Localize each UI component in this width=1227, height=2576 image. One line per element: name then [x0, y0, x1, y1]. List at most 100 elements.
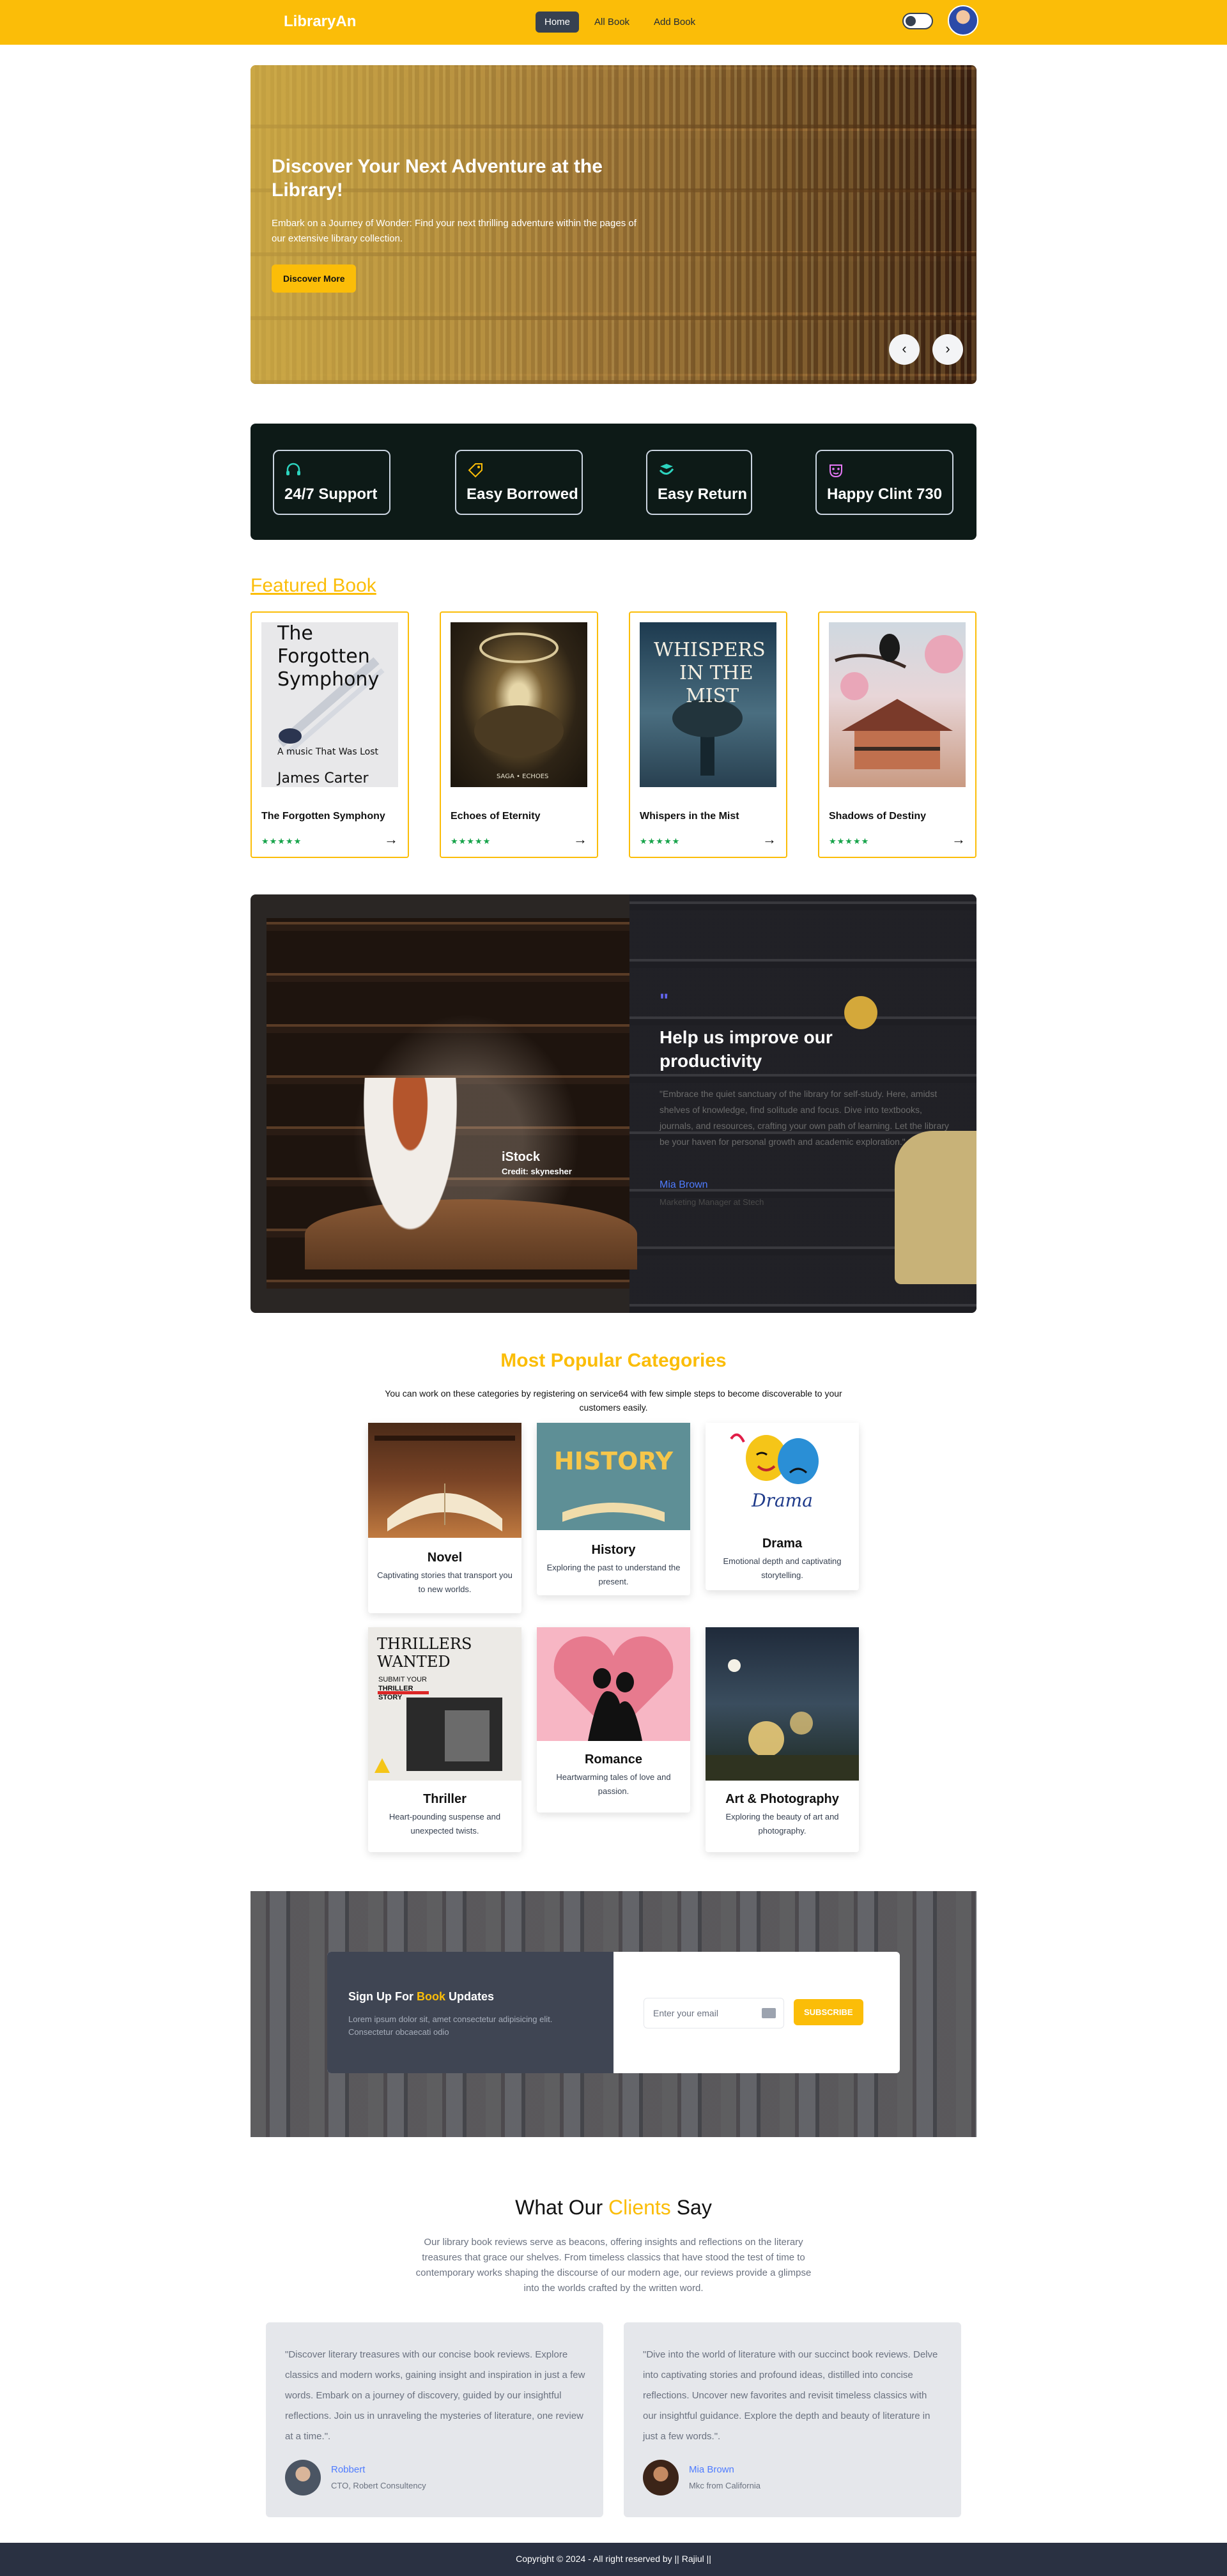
clients-title-highlight: Clients — [608, 2196, 671, 2219]
book-card[interactable]: Shadows of Destiny ★★★★★ → — [818, 611, 976, 858]
category-name: Novel — [427, 1551, 463, 1565]
footer-copyright: Copyright © 2024 - All right reserved by… — [516, 2554, 711, 2564]
feature-label: 24/7 Support — [284, 486, 378, 503]
arrow-right-icon[interactable]: → — [952, 831, 966, 848]
arrow-right-icon[interactable]: → — [384, 831, 398, 848]
feature-support: 24/7 Support — [273, 450, 390, 515]
woman-shape — [356, 1078, 465, 1250]
categories-subtitle: You can work on these categories by regi… — [385, 1388, 842, 1413]
drama-image-text: Drama — [752, 1490, 813, 1511]
category-card-romance[interactable]: Romance Heartwarming tales of love and p… — [537, 1627, 690, 1813]
theme-toggle[interactable] — [902, 13, 933, 29]
category-image — [537, 1627, 690, 1741]
category-name: History — [591, 1543, 636, 1557]
reviewer-name[interactable]: Robbert — [331, 2464, 365, 2475]
cover-line: SAGA • ECHOES — [497, 773, 549, 780]
banner-role: Marketing Manager at Stech — [660, 1197, 764, 1207]
slider-next-button[interactable]: › — [932, 334, 963, 365]
tag-icon — [467, 461, 484, 479]
nav-home[interactable]: Home — [536, 12, 580, 33]
testimonial-banner: iStock Credit: skynesher " Help us impro… — [251, 894, 976, 1313]
category-name: Drama — [762, 1537, 803, 1551]
category-desc: Exploring the past to understand the pre… — [546, 1563, 681, 1586]
book-cover-image: The Forgotten Symphony A music That Was … — [261, 622, 398, 787]
nav-add-book[interactable]: Add Book — [645, 12, 704, 33]
quote-icon: " — [660, 990, 669, 1011]
book-card[interactable]: SAGA • ECHOES Echoes of Eternity ★★★★★ → — [440, 611, 598, 858]
chevron-right-icon: › — [945, 341, 950, 356]
book-title: Whispers in the Mist — [640, 811, 739, 822]
hero-text: Embark on a Journey of Wonder: Find your… — [272, 218, 637, 244]
reviewer-name[interactable]: Mia Brown — [689, 2464, 734, 2475]
cover-line: James Carter — [277, 770, 369, 786]
category-image — [706, 1627, 859, 1781]
book-card[interactable]: WHISPERS IN THE MIST Whispers in the Mis… — [629, 611, 787, 858]
cover-line: Symphony — [277, 668, 380, 691]
discover-more-button[interactable]: Discover More — [272, 264, 357, 293]
featured-book-title[interactable]: Featured Book — [251, 575, 376, 597]
brand-logo[interactable]: LibraryAn — [284, 13, 356, 31]
category-name: Thriller — [423, 1792, 467, 1806]
category-image: HISTORY — [537, 1423, 690, 1530]
arrow-right-icon[interactable]: → — [573, 831, 587, 848]
reviewer-avatar — [285, 2460, 321, 2496]
top-navbar: LibraryAn Home All Book Add Book — [0, 0, 1227, 45]
photo-credit-name: iStock — [502, 1150, 541, 1164]
book-card[interactable]: The Forgotten Symphony A music That Was … — [251, 611, 409, 858]
cover-line: WHISPERS — [654, 639, 766, 661]
slider-prev-button[interactable]: ‹ — [889, 334, 920, 365]
clients-title-suffix: Say — [670, 2196, 712, 2219]
feature-borrowed: Easy Borrowed — [455, 450, 583, 515]
email-input[interactable] — [644, 1998, 759, 2028]
category-card-history[interactable]: HISTORY History Exploring the past to un… — [537, 1423, 690, 1595]
mail-icon — [762, 2008, 776, 2018]
clients-title: What Our Clients Say — [0, 2196, 1227, 2220]
clients-title-prefix: What Our — [515, 2196, 608, 2219]
features-strip: 24/7 Support Easy Borrowed Easy Return H… — [251, 424, 976, 540]
newsletter-title-suffix: Updates — [445, 1990, 495, 2003]
book-cover-image — [829, 622, 966, 787]
category-card-novel[interactable]: Novel Captivating stories that transport… — [368, 1423, 521, 1613]
return-icon — [658, 461, 675, 479]
user-avatar[interactable] — [948, 5, 978, 36]
newsletter-info: Sign Up For Book Updates Lorem ipsum dol… — [327, 1952, 614, 2073]
category-card-drama[interactable]: Drama Drama Emotional depth and captivat… — [706, 1423, 859, 1590]
book-cover-image: SAGA • ECHOES — [451, 622, 587, 787]
newsletter-section: Sign Up For Book Updates Lorem ipsum dol… — [251, 1891, 976, 2137]
hero-slider: Discover Your Next Adventure at the Libr… — [251, 65, 976, 384]
subscribe-button[interactable]: SUBSCRIBE — [794, 1999, 863, 2025]
categories-title: Most Popular Categories — [500, 1350, 727, 1371]
footer: Copyright © 2024 - All right reserved by… — [0, 2543, 1227, 2576]
history-image-text: HISTORY — [553, 1447, 674, 1475]
category-image: Drama — [706, 1423, 859, 1525]
nav-links: Home All Book Add Book — [536, 12, 704, 33]
review-card: "Dive into the world of literature with … — [624, 2322, 961, 2517]
category-card-thriller[interactable]: THRILLERS WANTED SUBMIT YOUR THRILLER ST… — [368, 1627, 521, 1852]
arrow-right-icon[interactable]: → — [762, 831, 776, 848]
rating-stars: ★★★★★ — [640, 836, 681, 846]
category-desc: Heart-pounding suspense and unexpected t… — [389, 1812, 501, 1836]
thriller-image-text: THRILLER — [378, 1685, 413, 1692]
newsletter-title-prefix: Sign Up For — [348, 1990, 417, 2003]
newsletter-title-highlight: Book — [417, 1990, 445, 2003]
chevron-left-icon: ‹ — [902, 341, 907, 356]
reviewer-role: CTO, Robert Consultency — [331, 2481, 426, 2490]
nav-all-book[interactable]: All Book — [585, 12, 638, 33]
category-desc: Exploring the beauty of art and photogra… — [725, 1812, 839, 1836]
reading-woman-photo — [266, 918, 637, 1289]
cover-line: A music That Was Lost — [277, 747, 378, 757]
review-card: "Discover literary treasures with our co… — [266, 2322, 603, 2517]
book-title: Echoes of Eternity — [451, 811, 541, 822]
review-text: "Dive into the world of literature with … — [643, 2349, 938, 2442]
email-field-wrapper — [644, 1998, 784, 2028]
thriller-image-text: SUBMIT YOUR — [378, 1676, 427, 1683]
category-card-art-photography[interactable]: Art & Photography Exploring the beauty o… — [706, 1627, 859, 1852]
feature-label: Happy Clint 730 — [827, 486, 943, 503]
banner-author[interactable]: Mia Brown — [660, 1179, 708, 1191]
category-desc: Captivating stories that transport you t… — [377, 1570, 513, 1594]
banner-heading: Help us improve our productivity — [660, 1027, 833, 1071]
category-image — [368, 1423, 521, 1538]
feature-label: Easy Borrowed — [467, 486, 578, 503]
category-desc: Heartwarming tales of love and passion. — [556, 1772, 671, 1796]
book-cover-image: WHISPERS IN THE MIST — [640, 622, 776, 787]
